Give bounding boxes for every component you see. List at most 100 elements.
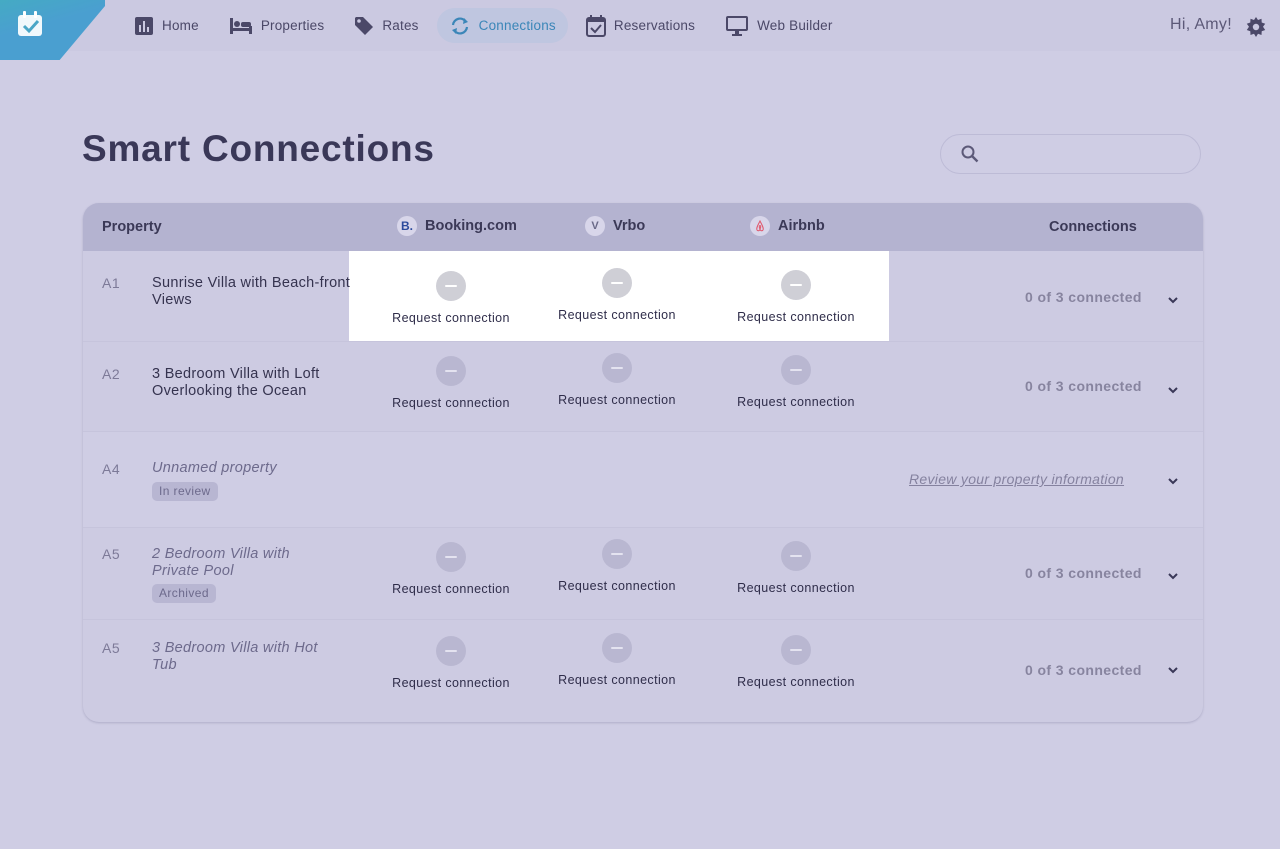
sync-icon: [451, 16, 468, 35]
disconnected-status-icon[interactable]: [781, 541, 811, 571]
disconnected-status-icon[interactable]: [436, 356, 466, 386]
review-property-link[interactable]: Review your property information: [909, 471, 1124, 487]
disconnected-status-icon[interactable]: [602, 633, 632, 663]
airbnb-connection-cell[interactable]: Request connection: [726, 270, 866, 324]
nav-item-home[interactable]: Home: [122, 8, 211, 43]
chevron-down-icon[interactable]: [1167, 477, 1179, 485]
booking-connection-cell[interactable]: Request connection: [381, 356, 521, 410]
table-header: Property B. Booking.com V Vrbo Airbnb Co…: [83, 203, 1203, 251]
airbnb-connection-cell[interactable]: Request connection: [726, 541, 866, 595]
user-greeting[interactable]: Hi, Amy!: [1170, 16, 1232, 34]
disconnected-status-icon[interactable]: [436, 542, 466, 572]
property-code: A5: [102, 640, 121, 656]
property-name[interactable]: 3 Bedroom Villa with Hot Tub: [152, 640, 322, 674]
request-connection-button[interactable]: Request connection: [381, 311, 521, 325]
calendar-check-icon: [585, 14, 606, 37]
nav-label-home: Home: [162, 18, 199, 33]
request-connection-button[interactable]: Request connection: [726, 675, 866, 689]
vrbo-icon: V: [585, 216, 605, 236]
request-connection-button[interactable]: Request connection: [547, 579, 687, 593]
disconnected-status-icon[interactable]: [602, 539, 632, 569]
property-code: A1: [102, 275, 121, 291]
airbnb-icon: [750, 216, 770, 236]
vrbo-connection-cell[interactable]: Request connection: [547, 268, 687, 322]
search-box[interactable]: [940, 134, 1201, 174]
connection-count: 0 of 3 connected: [1025, 378, 1142, 394]
nav-item-properties[interactable]: Properties: [217, 8, 337, 43]
nav-item-rates[interactable]: Rates: [342, 8, 430, 43]
request-connection-button[interactable]: Request connection: [547, 393, 687, 407]
property-name[interactable]: Unnamed property: [152, 460, 352, 477]
request-connection-button[interactable]: Request connection: [726, 581, 866, 595]
request-connection-button[interactable]: Request connection: [547, 308, 687, 322]
nav-label-rates: Rates: [382, 18, 419, 33]
table-row[interactable]: A4 Unnamed property In review Review you…: [83, 431, 1203, 527]
disconnected-status-icon[interactable]: [602, 268, 632, 298]
vrbo-connection-cell[interactable]: Request connection: [547, 633, 687, 687]
column-header-airbnb-label: Airbnb: [778, 218, 825, 234]
column-header-booking-label: Booking.com: [425, 218, 517, 234]
request-connection-button[interactable]: Request connection: [381, 396, 521, 410]
nav-item-connections[interactable]: Connections: [436, 8, 568, 43]
nav-label-connections: Connections: [478, 18, 556, 33]
request-connection-button[interactable]: Request connection: [381, 676, 521, 690]
disconnected-status-icon[interactable]: [781, 635, 811, 665]
airbnb-connection-cell[interactable]: Request connection: [726, 355, 866, 409]
table-row[interactable]: A2 3 Bedroom Villa with Loft Overlooking…: [83, 341, 1203, 431]
airbnb-connection-cell[interactable]: Request connection: [726, 635, 866, 689]
search-input[interactable]: [987, 146, 1187, 162]
property-code: A5: [102, 546, 121, 562]
disconnected-status-icon[interactable]: [602, 353, 632, 383]
property-name[interactable]: 2 Bedroom Villa with Private Pool: [152, 546, 332, 580]
page-title: Smart Connections: [82, 128, 435, 169]
column-header-vrbo-label: Vrbo: [613, 218, 646, 234]
table-row[interactable]: A1 Sunrise Villa with Beach-front Views …: [83, 251, 1203, 341]
table-row[interactable]: A5 3 Bedroom Villa with Hot Tub Request …: [83, 619, 1203, 722]
gear-icon[interactable]: [1246, 17, 1266, 37]
property-name-block: 2 Bedroom Villa with Private Pool Archiv…: [152, 546, 332, 603]
nav-item-reservations[interactable]: Reservations: [574, 8, 707, 43]
property-code: A2: [102, 366, 121, 382]
booking-connection-cell[interactable]: Request connection: [381, 542, 521, 596]
disconnected-status-icon[interactable]: [781, 270, 811, 300]
nav-item-web-builder[interactable]: Web Builder: [713, 8, 845, 43]
chevron-down-icon[interactable]: [1167, 572, 1179, 580]
status-badge: In review: [152, 482, 218, 501]
column-header-booking: B. Booking.com: [397, 216, 517, 236]
request-connection-button[interactable]: Request connection: [726, 310, 866, 324]
property-name-block: Unnamed property In review: [152, 460, 352, 501]
booking-connection-cell[interactable]: Request connection: [381, 271, 521, 325]
table-row[interactable]: A5 2 Bedroom Villa with Private Pool Arc…: [83, 527, 1203, 619]
column-header-property-label: Property: [102, 219, 162, 235]
request-connection-button[interactable]: Request connection: [726, 395, 866, 409]
property-name[interactable]: 3 Bedroom Villa with Loft Overlooking th…: [152, 366, 372, 400]
main-nav: Home Properties Rates Connections Reserv…: [122, 8, 851, 43]
nav-label-web-builder: Web Builder: [757, 18, 833, 33]
vrbo-connection-cell[interactable]: Request connection: [547, 353, 687, 407]
column-header-property: Property: [102, 219, 162, 235]
connection-count: 0 of 3 connected: [1025, 289, 1142, 305]
calendar-check-logo-icon: [18, 11, 42, 36]
vrbo-connection-cell[interactable]: Request connection: [547, 539, 687, 593]
top-navigation-bar: Home Properties Rates Connections Reserv…: [0, 0, 1280, 60]
search-icon: [961, 145, 979, 163]
bar-chart-icon: [135, 16, 153, 35]
column-header-airbnb: Airbnb: [750, 216, 825, 236]
app-logo[interactable]: [0, 0, 105, 62]
monitor-icon: [726, 15, 749, 36]
chevron-down-icon[interactable]: [1167, 666, 1179, 674]
disconnected-status-icon[interactable]: [436, 636, 466, 666]
disconnected-status-icon[interactable]: [436, 271, 466, 301]
nav-label-reservations: Reservations: [613, 18, 696, 33]
request-connection-button[interactable]: Request connection: [381, 582, 521, 596]
chevron-down-icon[interactable]: [1167, 386, 1179, 394]
chevron-down-icon[interactable]: [1167, 296, 1179, 304]
status-badge: Archived: [152, 584, 216, 603]
disconnected-status-icon[interactable]: [781, 355, 811, 385]
column-header-vrbo: V Vrbo: [585, 216, 645, 236]
request-connection-button[interactable]: Request connection: [547, 673, 687, 687]
booking-connection-cell[interactable]: Request connection: [381, 636, 521, 690]
property-name[interactable]: Sunrise Villa with Beach-front Views: [152, 275, 352, 309]
nav-label-properties: Properties: [260, 18, 325, 33]
connection-count: 0 of 3 connected: [1025, 565, 1142, 581]
